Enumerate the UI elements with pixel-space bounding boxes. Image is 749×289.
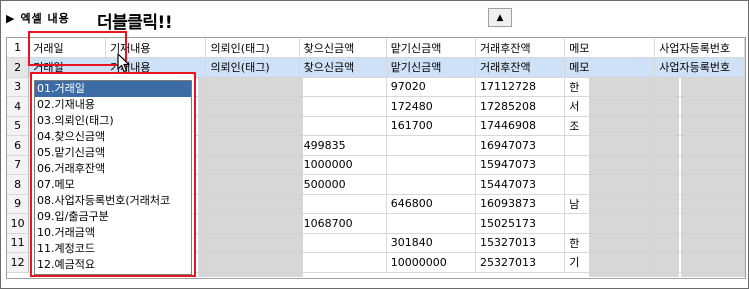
column-mapping-dropdown[interactable]: 01.거래일 02.기재내용 03.의뢰인(태그) 04.찾으신금액 05.맡기신금액 0…	[34, 80, 192, 275]
deposit-cell[interactable]: 10000000	[386, 252, 476, 273]
withdraw-cell[interactable]	[299, 252, 387, 273]
row-number[interactable]: 3	[7, 77, 30, 97]
balance-cell[interactable]: 16093873	[475, 194, 566, 214]
row-number[interactable]: 12	[7, 252, 30, 273]
dropdown-option[interactable]: 10.거래금액	[35, 225, 191, 241]
balance-cell[interactable]: 15947073	[475, 155, 566, 175]
blurred-region-memo	[589, 77, 679, 277]
row-number[interactable]: 9	[7, 194, 30, 214]
expand-arrow-icon[interactable]: ▶	[6, 12, 14, 25]
mouse-cursor-icon	[117, 53, 130, 73]
header-highlight-box	[28, 31, 127, 66]
row-number[interactable]: 6	[7, 135, 30, 156]
header-cell[interactable]: 사업자등록번호	[654, 38, 745, 58]
row-number[interactable]: 4	[7, 96, 30, 117]
dropdown-option[interactable]: 01.거래일	[35, 81, 191, 97]
dropdown-option[interactable]: 05.맡기신금액	[35, 145, 191, 161]
balance-cell[interactable]: 16947073	[475, 135, 566, 156]
balance-cell[interactable]: 25327013	[475, 252, 566, 273]
header-cell[interactable]: 거래후잔액	[475, 38, 566, 58]
deposit-cell[interactable]	[386, 155, 476, 175]
deposit-cell[interactable]: 97020	[386, 77, 476, 97]
mapping-cell[interactable]: 찾으신금액	[299, 57, 387, 78]
balance-cell[interactable]: 17285208	[475, 96, 566, 117]
deposit-cell[interactable]	[386, 213, 476, 234]
balance-cell[interactable]: 17112728	[475, 77, 566, 97]
mapping-cell[interactable]: 거래후잔액	[475, 57, 566, 78]
row-number[interactable]: 5	[7, 116, 30, 136]
balance-cell[interactable]: 15327013	[475, 233, 566, 253]
deposit-cell[interactable]: 172480	[386, 96, 476, 117]
withdraw-cell[interactable]	[299, 194, 387, 214]
collapse-button[interactable]: ▲	[488, 8, 512, 27]
balance-cell[interactable]: 17446908	[475, 116, 566, 136]
mapping-cell[interactable]: 맡기신금액	[386, 57, 476, 78]
header-cell[interactable]: 메모	[564, 38, 656, 58]
mapping-cell[interactable]: 의뢰인(태그)	[205, 57, 300, 78]
row-number[interactable]: 1	[7, 38, 30, 58]
dropdown-option[interactable]: 07.메모	[35, 177, 191, 193]
panel-title-text: 엑셀 내용	[20, 12, 70, 25]
mapping-cell[interactable]: 메모	[564, 57, 656, 78]
panel-title: ▶ 엑셀 내용	[6, 9, 70, 27]
withdraw-cell[interactable]: 1068700	[299, 213, 387, 234]
row-number[interactable]: 7	[7, 155, 30, 175]
excel-import-panel: ▶ 엑셀 내용 더블클릭!! ▲ 1 거래일 기재내용 의뢰인(태그) 찾으신금액 맡기신…	[0, 0, 749, 289]
mapping-cell[interactable]: 사업자등록번호	[654, 57, 745, 78]
blurred-region-description	[198, 77, 303, 277]
dropdown-option[interactable]: 09.입/출금구분	[35, 209, 191, 225]
withdraw-cell[interactable]	[299, 96, 387, 117]
withdraw-cell[interactable]	[299, 233, 387, 253]
deposit-cell[interactable]: 161700	[386, 116, 476, 136]
withdraw-cell[interactable]	[299, 77, 387, 97]
dropdown-option[interactable]: 12.예금적요	[35, 257, 191, 273]
row-number[interactable]: 2	[7, 57, 30, 78]
row-number[interactable]: 11	[7, 233, 30, 253]
dropdown-option[interactable]: 03.의뢰인(태그)	[35, 113, 191, 129]
header-cell[interactable]: 찾으신금액	[299, 38, 387, 58]
balance-cell[interactable]: 15025173	[475, 213, 566, 234]
dropdown-option[interactable]: 04.찾으신금액	[35, 129, 191, 145]
deposit-cell[interactable]	[386, 174, 476, 195]
blurred-region-bizno	[681, 77, 745, 277]
dropdown-option[interactable]: 06.거래후잔액	[35, 161, 191, 177]
deposit-cell[interactable]	[386, 135, 476, 156]
withdraw-cell[interactable]: 500000	[299, 174, 387, 195]
deposit-cell[interactable]: 646800	[386, 194, 476, 214]
dropdown-option[interactable]: 11.계정코드	[35, 241, 191, 257]
withdraw-cell[interactable]: 1000000	[299, 155, 387, 175]
withdraw-cell[interactable]: 499835	[299, 135, 387, 156]
deposit-cell[interactable]: 301840	[386, 233, 476, 253]
balance-cell[interactable]: 15447073	[475, 174, 566, 195]
dropdown-option[interactable]: 02.기재내용	[35, 97, 191, 113]
dropdown-option[interactable]: 08.사업자등록번호(거래처코	[35, 193, 191, 209]
row-number[interactable]: 8	[7, 174, 30, 195]
double-click-callout: 더블클릭!!	[97, 13, 173, 33]
header-cell[interactable]: 맡기신금액	[386, 38, 476, 58]
withdraw-cell[interactable]	[299, 116, 387, 136]
header-cell[interactable]: 의뢰인(태그)	[205, 38, 300, 58]
row-number[interactable]: 10	[7, 213, 30, 234]
